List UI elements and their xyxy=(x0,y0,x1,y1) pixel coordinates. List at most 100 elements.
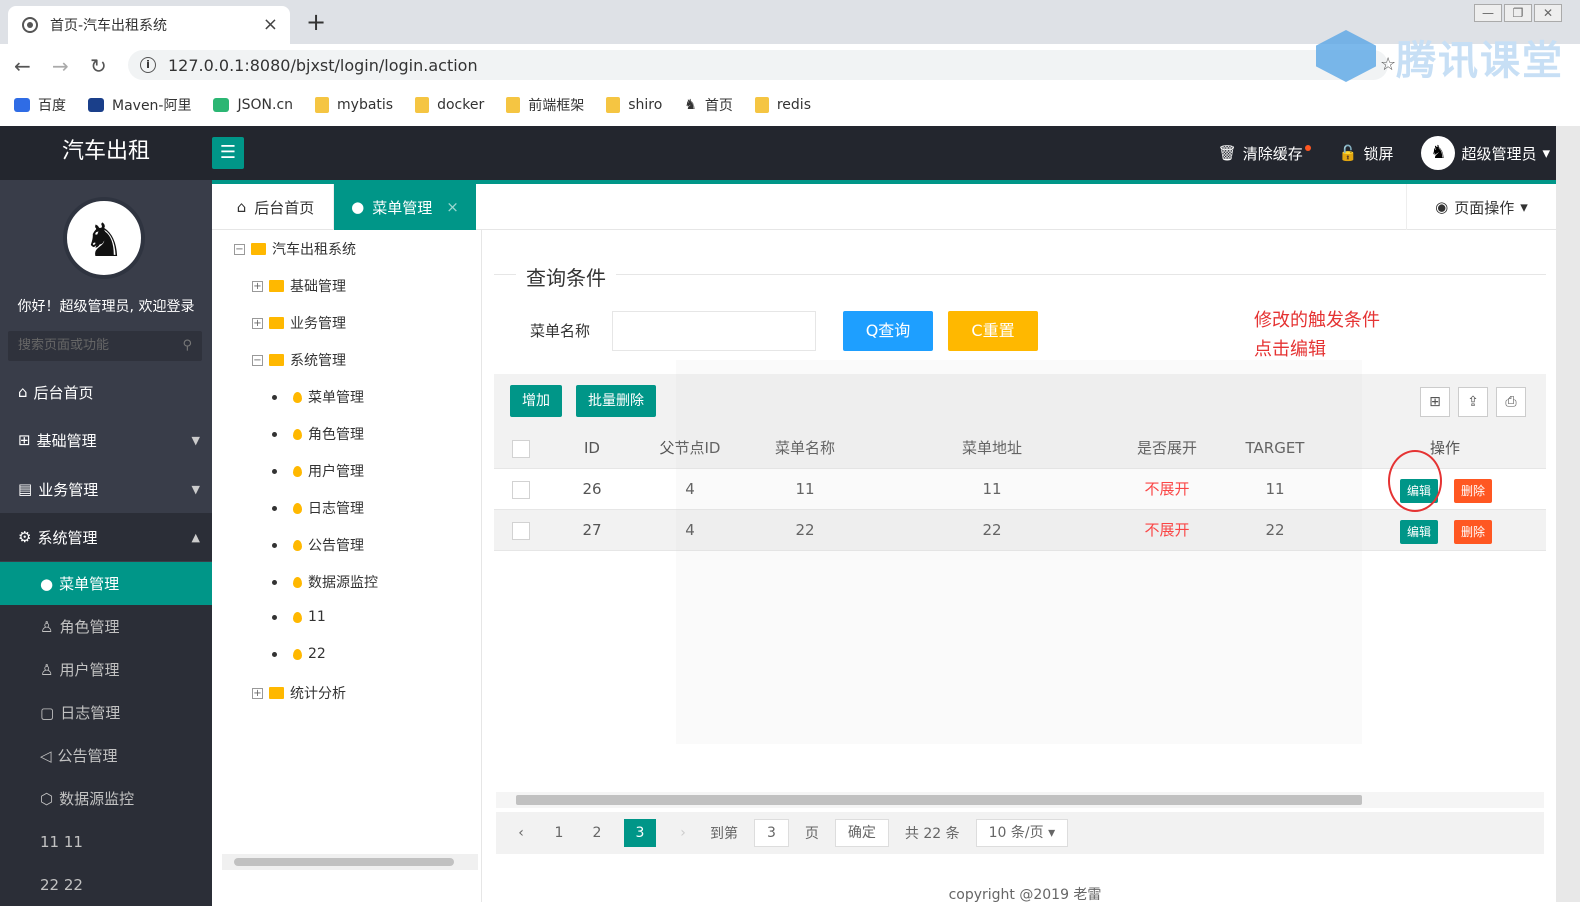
sidebar-sub-menu[interactable]: ● 菜单管理 xyxy=(0,562,212,605)
tree-node-system[interactable]: − 系统管理 xyxy=(252,350,346,370)
tree-leaf[interactable]: 22 xyxy=(272,646,326,662)
goto-confirm-button[interactable]: 确定 xyxy=(834,819,889,847)
window-edge xyxy=(1556,126,1580,902)
sidebar-sub-11[interactable]: 11 11 xyxy=(0,820,212,863)
sidebar-sub-role[interactable]: ♙ 角色管理 xyxy=(0,605,212,648)
forward-icon[interactable]: → xyxy=(52,54,69,78)
collapse-icon[interactable]: − xyxy=(252,354,263,366)
tree-leaf[interactable]: 数据源监控 xyxy=(272,572,378,592)
tab-menu-manage[interactable]: ● 菜单管理 × xyxy=(334,184,476,230)
sidebar-avatar: ♞ xyxy=(63,197,145,279)
sidebar-search-input[interactable]: 搜索页面或功能 ⚲ xyxy=(8,331,202,361)
reset-button[interactable]: C重置 xyxy=(948,311,1038,351)
tree-leaf[interactable]: 11 xyxy=(272,609,326,625)
bookmark-frontend[interactable]: 前端框架 xyxy=(506,95,584,115)
reload-icon[interactable]: ↻ xyxy=(90,54,107,78)
menu-toggle-icon[interactable]: ☰ xyxy=(212,137,244,169)
delete-button[interactable]: 删除 xyxy=(1454,520,1492,544)
column-header[interactable]: ID xyxy=(544,428,640,469)
back-icon[interactable]: ← xyxy=(14,54,31,78)
goto-input[interactable]: 3 xyxy=(754,819,789,847)
json-icon xyxy=(213,98,230,112)
tree-node-root[interactable]: − 汽车出租系统 xyxy=(234,239,356,259)
globe-icon xyxy=(22,17,38,33)
fieldset-legend: 查询条件 xyxy=(516,262,616,291)
info-icon[interactable]: i xyxy=(140,57,156,73)
tree-leaf[interactable]: 公告管理 xyxy=(272,535,364,555)
page-link[interactable]: 2 xyxy=(586,825,608,841)
sidebar-sub-datasource[interactable]: ⬡ 数据源监控 xyxy=(0,777,212,820)
clear-cache-button[interactable]: 🗑 清除缓存 xyxy=(1218,143,1311,164)
expand-icon[interactable]: + xyxy=(252,317,263,329)
collapse-icon[interactable]: − xyxy=(234,243,245,255)
sidebar-item-home[interactable]: ⌂ 后台首页 xyxy=(0,368,212,416)
add-button[interactable]: 增加 xyxy=(510,385,562,417)
page-link[interactable]: 1 xyxy=(548,825,570,841)
tab-close-icon[interactable]: × xyxy=(263,14,278,35)
tree-node-stats[interactable]: + 统计分析 xyxy=(252,683,346,703)
sidebar-sub-label: 22 22 xyxy=(40,875,83,894)
window-controls: — ❐ ✕ xyxy=(1474,4,1562,22)
home-icon: ⌂ xyxy=(18,383,28,401)
prev-page-icon[interactable]: ‹ xyxy=(510,825,532,841)
bookmark-mybatis[interactable]: mybatis xyxy=(315,97,393,113)
bookmark-baidu[interactable]: 百度 xyxy=(14,95,66,115)
caret-down-icon: ▾ xyxy=(1542,144,1550,162)
search-icon[interactable]: ⚲ xyxy=(182,331,192,361)
row-checkbox[interactable] xyxy=(512,481,530,499)
column-header: 操作 xyxy=(1429,439,1460,457)
bookmark-json[interactable]: JSON.cn xyxy=(213,97,293,113)
bookmark-docker[interactable]: docker xyxy=(415,97,484,113)
export-icon[interactable]: ⇪ xyxy=(1458,387,1488,417)
tree-leaf[interactable]: 日志管理 xyxy=(272,498,364,518)
table-scrollbar[interactable] xyxy=(496,792,1544,808)
sidebar-sub-log[interactable]: ▢ 日志管理 xyxy=(0,691,212,734)
scroll-thumb[interactable] xyxy=(234,858,454,866)
sidebar-item-business[interactable]: ▤ 业务管理 ▼ xyxy=(0,465,212,513)
delete-button[interactable]: 删除 xyxy=(1454,479,1492,503)
new-tab-button[interactable]: + xyxy=(306,8,326,36)
print-icon[interactable]: ⎙ xyxy=(1496,387,1526,417)
star-icon[interactable]: ☆ xyxy=(1380,54,1396,75)
bookmark-maven[interactable]: Maven-阿里 xyxy=(88,95,191,115)
search-button[interactable]: Q查询 xyxy=(843,311,933,351)
tree-leaf[interactable]: 角色管理 xyxy=(272,424,364,444)
edit-button[interactable]: 编辑 xyxy=(1400,520,1438,544)
sidebar-sub-22[interactable]: 22 22 xyxy=(0,863,212,906)
tree-scrollbar[interactable] xyxy=(222,854,478,870)
tree-leaf[interactable]: 用户管理 xyxy=(272,461,364,481)
bookmark-redis[interactable]: redis xyxy=(754,97,811,113)
batch-delete-button[interactable]: 批量删除 xyxy=(576,385,656,417)
scroll-thumb[interactable] xyxy=(516,795,1362,805)
expand-icon[interactable]: + xyxy=(252,280,263,292)
close-window-icon[interactable]: ✕ xyxy=(1534,4,1562,22)
minimize-icon[interactable]: — xyxy=(1474,4,1502,22)
tree-node-basic[interactable]: + 基础管理 xyxy=(252,276,346,296)
tab-close-icon[interactable]: × xyxy=(446,198,459,216)
tree-node-business[interactable]: + 业务管理 xyxy=(252,313,346,333)
lock-screen-button[interactable]: 🔓 锁屏 xyxy=(1339,143,1394,164)
sidebar-sub-notice[interactable]: ◁ 公告管理 xyxy=(0,734,212,777)
annotation-circle xyxy=(1388,450,1442,512)
sidebar-item-system[interactable]: ⚙ 系统管理 ▲ xyxy=(0,513,212,561)
row-checkbox[interactable] xyxy=(512,522,530,540)
sidebar-item-basic[interactable]: ⊞ 基础管理 ▼ xyxy=(0,416,212,464)
page-ops-dropdown[interactable]: ◉ 页面操作 ▾ xyxy=(1406,184,1556,230)
url-field[interactable]: i 127.0.0.1:8080/bjxst/login/login.actio… xyxy=(128,50,1388,80)
tab-home[interactable]: ⌂ 后台首页 xyxy=(218,184,334,230)
bookmark-home[interactable]: ♞ 首页 xyxy=(684,95,733,115)
page-current[interactable]: 3 xyxy=(624,819,656,847)
columns-icon[interactable]: ⊞ xyxy=(1420,387,1450,417)
page-size-select[interactable]: 10 条/页 ▾ xyxy=(975,819,1069,847)
tree-leaf[interactable]: 菜单管理 xyxy=(272,387,364,407)
select-all-checkbox[interactable] xyxy=(512,440,530,458)
bookmark-shiro[interactable]: shiro xyxy=(606,97,662,113)
user-menu[interactable]: ♞ 超级管理员 ▾ xyxy=(1421,136,1550,170)
browser-tab[interactable]: 首页-汽车出租系统 × xyxy=(8,6,290,44)
restore-icon[interactable]: ❐ xyxy=(1504,4,1532,22)
menu-name-input[interactable] xyxy=(612,311,816,351)
expand-icon[interactable]: + xyxy=(252,687,263,699)
sidebar-sub-user[interactable]: ♙ 用户管理 xyxy=(0,648,212,691)
leaf-icon xyxy=(293,465,302,477)
next-page-icon[interactable]: › xyxy=(672,825,694,841)
